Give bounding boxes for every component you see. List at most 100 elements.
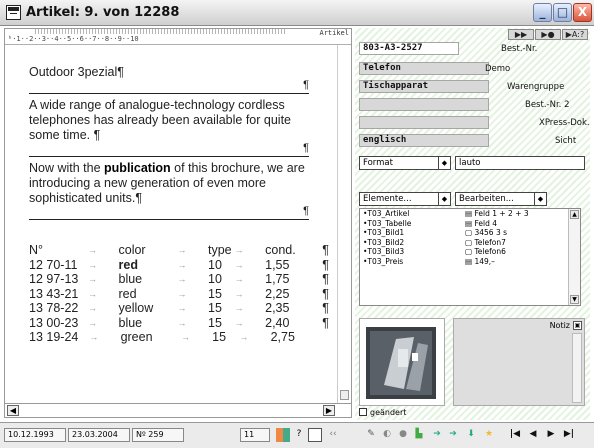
- bearbeiten-select[interactable]: Bearbeiten... ◆: [455, 192, 547, 206]
- tab-arrow-icon: →: [88, 317, 98, 328]
- scroll-down-icon[interactable]: ▼: [570, 295, 579, 304]
- table-cell: 1,55: [265, 257, 290, 272]
- best-nr-2-label: Best.-Nr. 2: [525, 100, 570, 110]
- geaendert-checkbox[interactable]: geändert: [359, 408, 406, 417]
- arrow-down-icon[interactable]: ⬇: [464, 428, 478, 442]
- table-cell: 13 78-22: [29, 301, 79, 315]
- element-value: ▢ Telefon7: [465, 237, 506, 247]
- phone-photo-icon: [360, 319, 444, 405]
- frame-icon[interactable]: [308, 428, 322, 442]
- product-image: [359, 318, 445, 406]
- element-list[interactable]: •T03_Artikel ▤ Feld 1 + 2 + 3 •T03_Tabelle…: [359, 208, 581, 306]
- notiz-field[interactable]: Notiz ▣: [453, 318, 585, 406]
- table-row: 13 43-21 → red → 15 → 2,25 ¶: [29, 287, 329, 302]
- star-icon[interactable]: ★: [482, 428, 496, 442]
- list-item[interactable]: •T03_Bild1 ▢ 3456 3 s: [360, 228, 580, 238]
- table-cell: 15: [208, 315, 222, 330]
- ruler[interactable]: ᵇ·1··2··3··4··5··6··7··8··9··10 Artikel: [5, 29, 351, 45]
- xpress-dok-field[interactable]: [359, 116, 489, 129]
- window-title: Artikel: 9. von 12288: [26, 5, 180, 20]
- sicht-field[interactable]: englisch: [359, 134, 489, 147]
- notiz-scrollbar[interactable]: [572, 333, 582, 403]
- tab-arrow-icon: →: [234, 259, 244, 270]
- element-value: ▤ Feld 4: [465, 218, 497, 228]
- tab-arrow-icon: →: [234, 274, 244, 284]
- element-value: ▤ Feld 1 + 2 + 3: [465, 209, 529, 218]
- vertical-scrollbar[interactable]: [337, 45, 351, 403]
- close-button[interactable]: X: [573, 3, 592, 22]
- toggle-icon[interactable]: ◐: [380, 428, 394, 442]
- play-record-icon[interactable]: ▶●: [535, 29, 561, 40]
- table-cell: 2,75: [270, 330, 295, 344]
- back-link-icon[interactable]: ‹‹: [326, 428, 340, 442]
- scroll-right-button[interactable]: ▶: [323, 405, 335, 416]
- search-field-icon[interactable]: ▶A:?: [562, 29, 588, 40]
- best-nr-field[interactable]: 803-A3-2527: [359, 42, 459, 55]
- format-value-field[interactable]: lauto: [455, 156, 585, 170]
- table-header-row: N° → color → type → cond. ¶: [29, 243, 329, 258]
- horizontal-scrollbar[interactable]: ◀ ▶: [5, 403, 351, 417]
- best-nr-2-field[interactable]: [359, 98, 489, 111]
- record-icon[interactable]: ●: [396, 428, 410, 442]
- list-item[interactable]: •T03_Bild2 ▢ Telefon7: [360, 238, 580, 248]
- warengruppe-field[interactable]: Tischapparat: [359, 80, 489, 93]
- element-name: •T03_Artikel: [363, 209, 410, 218]
- checkbox-icon[interactable]: [359, 408, 367, 416]
- table-cell: 2,35: [265, 301, 290, 315]
- table-row: 13 00-23 → blue → 15 → 2,40 ¶: [29, 316, 329, 331]
- document-body[interactable]: Outdoor 3pezial¶ ¶ A wide range of analo…: [29, 65, 309, 224]
- app-icon: [6, 5, 21, 20]
- scroll-left-button[interactable]: ◀: [7, 405, 19, 416]
- color-palette-icon[interactable]: [276, 428, 290, 442]
- modified-date: 23.03.2004: [68, 428, 130, 442]
- pen-icon[interactable]: ✎: [364, 428, 378, 442]
- demo-field[interactable]: Telefon: [359, 62, 489, 75]
- paragraph-rule: ¶: [29, 79, 309, 94]
- table-cell: blue: [118, 315, 143, 330]
- fast-forward-icon[interactable]: ▶▶: [508, 29, 534, 40]
- notiz-toggle-icon[interactable]: ▣: [573, 321, 582, 330]
- element-name: •T03_Tabelle: [363, 218, 412, 228]
- scroll-thumb[interactable]: [340, 390, 349, 400]
- arrow-right-icon[interactable]: ➔: [430, 428, 444, 442]
- previous-record-button[interactable]: ◀: [526, 428, 540, 442]
- list-item[interactable]: •T03_Preis ▤ 149,–: [360, 257, 580, 267]
- list-item[interactable]: •T03_Bild3 ▢ Telefon6: [360, 247, 580, 257]
- next-record-button[interactable]: ▶: [544, 428, 558, 442]
- arrow-forward-icon[interactable]: ➔: [446, 428, 460, 442]
- tab-arrow-icon: →: [180, 332, 190, 342]
- paragraph-mark: ¶: [322, 301, 329, 315]
- doc-paragraph-1: A wide range of analogue-technology cord…: [29, 98, 291, 142]
- list-scrollbar[interactable]: ▲ ▼: [568, 209, 580, 305]
- paragraph-rule: ¶: [29, 142, 309, 157]
- element-name: •T03_Bild3: [363, 247, 405, 256]
- sicht-label: Sicht: [555, 136, 577, 146]
- properties-pane: ▶▶ ▶● ▶A:? 803-A3-2527 Best.-Nr. Telefon Demo…: [355, 28, 590, 420]
- price-table[interactable]: N° → color → type → cond. ¶ 12 70-11 → red → 10 → 1,55…: [29, 243, 329, 345]
- table-cell: 12 70-11: [29, 257, 78, 272]
- list-item[interactable]: •T03_Tabelle ▤ Feld 4: [360, 219, 580, 229]
- text-editor-pane[interactable]: ᵇ·1··2··3··4··5··6··7··8··9··10 Artikel …: [4, 28, 352, 418]
- format-select[interactable]: Format ◆: [359, 156, 451, 170]
- first-record-button[interactable]: |◀: [508, 428, 522, 442]
- scroll-up-icon[interactable]: ▲: [570, 210, 579, 219]
- element-name: •T03_Bild2: [363, 237, 405, 247]
- minimize-button[interactable]: _: [533, 3, 552, 22]
- help-icon[interactable]: ?: [292, 428, 306, 442]
- tab-arrow-icon: →: [88, 288, 98, 299]
- tab-arrow-icon: →: [177, 245, 187, 255]
- element-value: ▢ 3456 3 s: [465, 228, 508, 237]
- chart-icon[interactable]: ▙: [412, 428, 426, 442]
- best-nr-label: Best.-Nr.: [501, 44, 538, 54]
- ruler-hatch: [35, 29, 285, 34]
- chevron-down-icon: ◆: [438, 193, 450, 205]
- table-cell: blue: [118, 272, 143, 286]
- tab-arrow-icon: →: [177, 317, 187, 328]
- table-header-cell: N°: [29, 243, 44, 257]
- last-record-button[interactable]: ▶|: [562, 428, 576, 442]
- elemente-select[interactable]: Elemente... ◆: [359, 192, 451, 206]
- doc-paragraph-2: Now with the publication of this brochur…: [29, 161, 305, 205]
- list-item[interactable]: •T03_Artikel ▤ Feld 1 + 2 + 3: [360, 209, 580, 219]
- tab-arrow-icon: →: [88, 259, 98, 270]
- maximize-button[interactable]: □: [553, 3, 572, 22]
